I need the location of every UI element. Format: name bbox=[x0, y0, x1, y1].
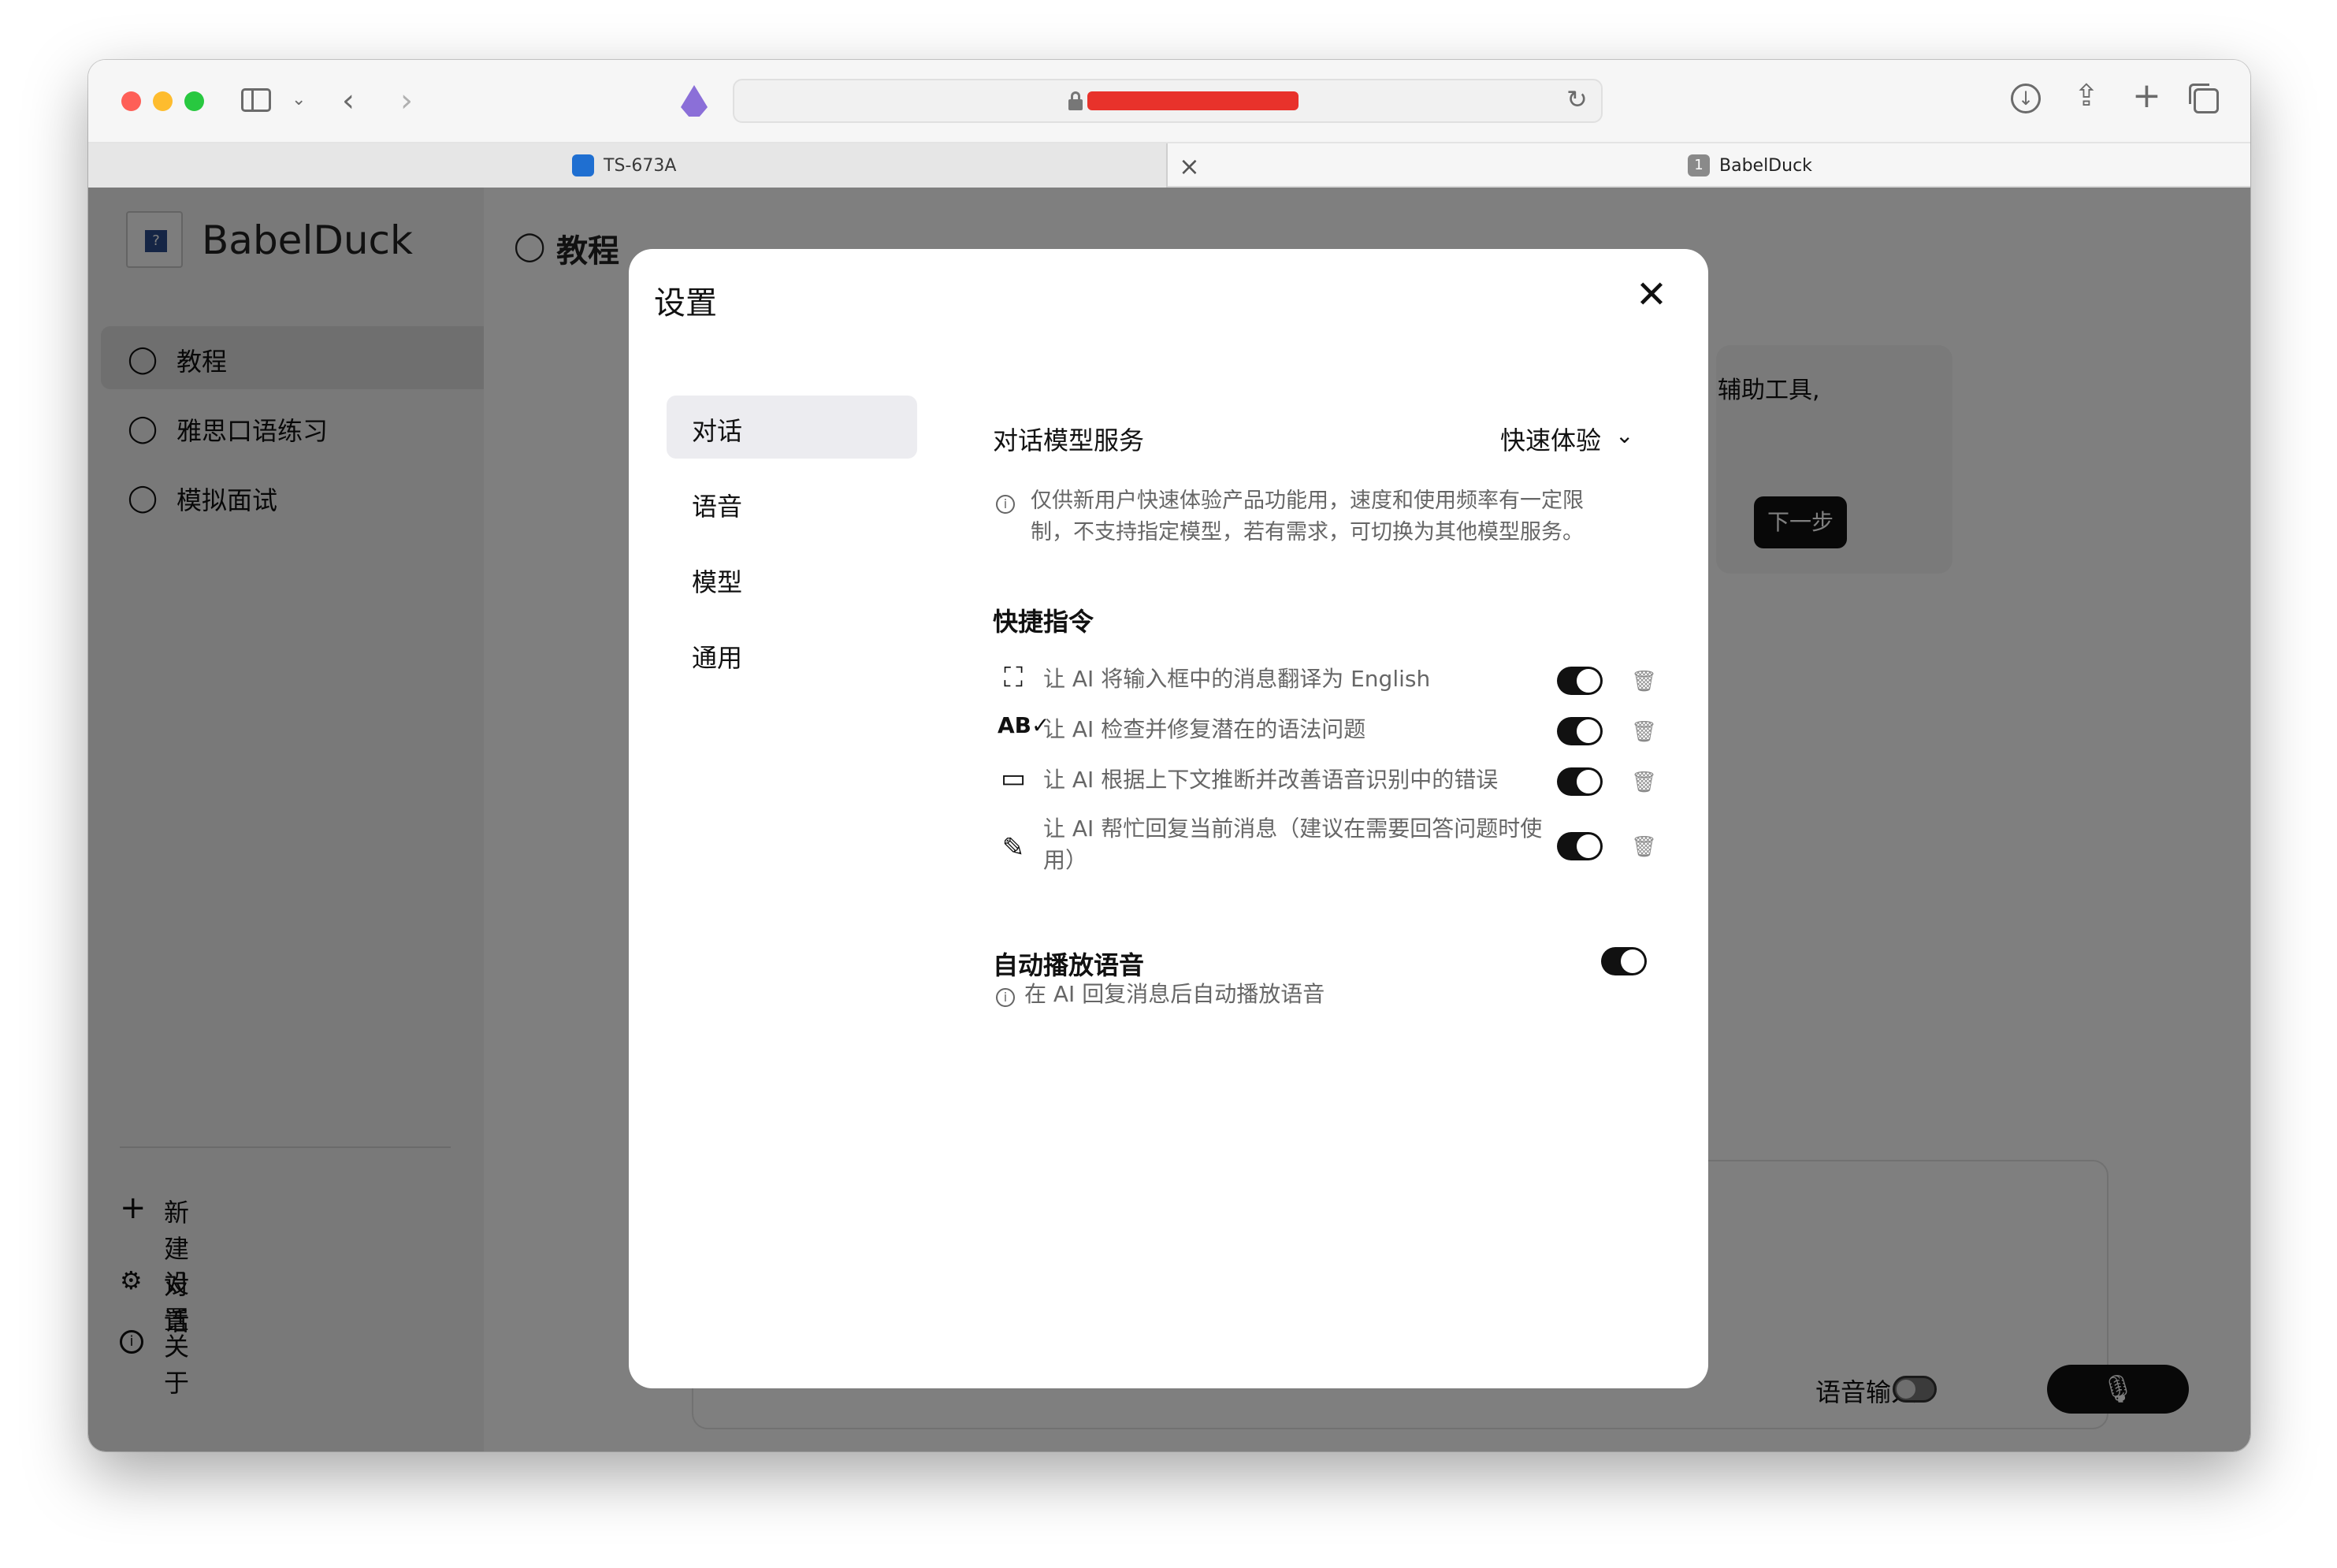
settings-tab-voice[interactable]: 语音 bbox=[667, 471, 917, 534]
back-icon[interactable]: ‹ bbox=[342, 85, 355, 117]
settings-tab-chat[interactable]: 对话 bbox=[667, 396, 917, 459]
minimize-window-button[interactable] bbox=[153, 91, 173, 111]
info-icon: i bbox=[996, 988, 1015, 1007]
settings-modal: 设置 ✕ 对话 语音 模型 通用 对话模型服务 快速体验 ⌄ i 仅供新用户快速… bbox=[629, 249, 1708, 1388]
tab-title: BabelDuck bbox=[1719, 156, 1812, 176]
shortcut-toggle[interactable] bbox=[1557, 667, 1603, 695]
extension-icon[interactable] bbox=[681, 85, 708, 117]
lock-icon bbox=[1068, 91, 1083, 110]
settings-tab-general[interactable]: 通用 bbox=[667, 622, 917, 686]
browser-toolbar: ⌄ ‹ › ↻ ↓ ⇪ + bbox=[88, 60, 2250, 142]
shortcut-toggle[interactable] bbox=[1557, 767, 1603, 796]
trash-icon[interactable]: 🗑 bbox=[1631, 771, 1657, 794]
trash-icon[interactable]: 🗑 bbox=[1631, 720, 1657, 744]
share-icon[interactable]: ⇪ bbox=[2074, 80, 2099, 110]
shortcut-text: 让 AI 检查并修复潜在的语法问题 bbox=[1043, 716, 1366, 742]
chevron-down-icon: ⌄ bbox=[1615, 422, 1634, 448]
zoom-window-button[interactable] bbox=[184, 91, 204, 111]
trash-icon[interactable]: 🗑 bbox=[1631, 835, 1657, 859]
address-bar[interactable]: ↻ bbox=[733, 79, 1603, 123]
pencil-icon: ✎ bbox=[1001, 832, 1025, 864]
tab-badge: 1 bbox=[1688, 154, 1710, 176]
shortcut-text: 让 AI 将输入框中的消息翻译为 English bbox=[1043, 666, 1431, 692]
close-window-button[interactable] bbox=[121, 91, 141, 111]
tab-close-icon[interactable]: × bbox=[1179, 151, 1200, 181]
qnap-favicon-icon bbox=[572, 154, 594, 176]
modal-title: 设置 bbox=[654, 285, 717, 321]
reload-icon[interactable]: ↻ bbox=[1566, 87, 1588, 112]
close-icon[interactable]: ✕ bbox=[1628, 271, 1675, 318]
trash-icon[interactable]: 🗑 bbox=[1631, 670, 1657, 693]
tab-bar: TS-673A × 1 BabelDuck bbox=[88, 142, 2250, 188]
forward-icon[interactable]: › bbox=[400, 85, 413, 117]
tab-overview-icon[interactable] bbox=[2189, 84, 2219, 113]
shortcut-text: 让 AI 根据上下文推断并改善语音识别中的错误 bbox=[1043, 767, 1499, 793]
tab-title: TS-673A bbox=[604, 156, 677, 176]
chevron-down-icon[interactable]: ⌄ bbox=[292, 91, 306, 109]
autoplay-toggle[interactable] bbox=[1601, 947, 1647, 975]
autoplay-title: 自动播放语音 bbox=[993, 950, 1145, 980]
model-service-label: 对话模型服务 bbox=[993, 425, 1145, 455]
shortcuts-title: 快捷指令 bbox=[993, 607, 1094, 637]
info-icon: i bbox=[996, 495, 1015, 514]
download-icon[interactable]: ↓ bbox=[2011, 84, 2041, 113]
model-service-note-line1: 仅供新用户快速体验产品功能用，速度和使用频率有一定限 bbox=[1031, 489, 1584, 513]
voice-chat-icon: ▭ bbox=[1000, 763, 1027, 794]
translate-icon: ⛶ bbox=[1004, 662, 1023, 693]
settings-tab-model[interactable]: 模型 bbox=[667, 547, 917, 610]
tab-ts673a[interactable]: TS-673A bbox=[88, 143, 1168, 188]
model-service-note-line2: 制，不支持指定模型，若有需求，可切换为其他模型服务。 bbox=[1031, 520, 1584, 544]
spellcheck-icon: AB✓ bbox=[998, 712, 1050, 738]
model-service-value: 快速体验 bbox=[1500, 425, 1602, 455]
shortcut-toggle[interactable] bbox=[1557, 832, 1603, 860]
new-tab-icon[interactable]: + bbox=[2132, 79, 2161, 113]
shortcut-toggle[interactable] bbox=[1557, 717, 1603, 745]
shortcut-text: 让 AI 帮忙回复当前消息（建议在需要回答问题时使用） bbox=[1043, 816, 1543, 873]
sidebar-toggle-icon[interactable] bbox=[241, 88, 271, 112]
redacted-url bbox=[1087, 91, 1299, 110]
autoplay-note: 在 AI 回复消息后自动播放语音 bbox=[1024, 981, 1325, 1007]
